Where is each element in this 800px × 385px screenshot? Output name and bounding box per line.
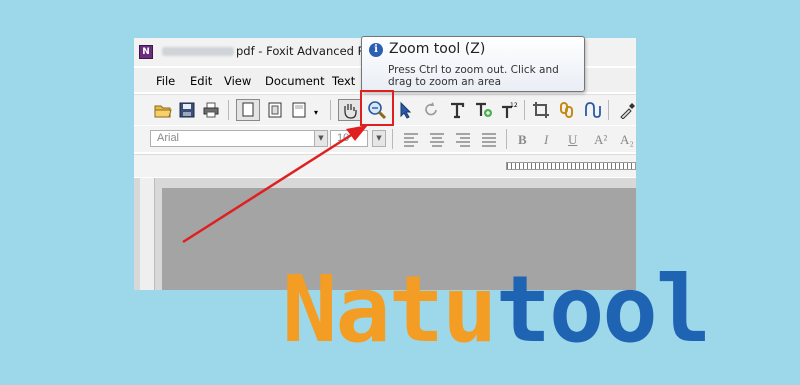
watermark-part1: Natu [282, 256, 498, 363]
watermark-part2: tool [495, 256, 712, 363]
watermark-logo: Natutool [282, 264, 711, 356]
